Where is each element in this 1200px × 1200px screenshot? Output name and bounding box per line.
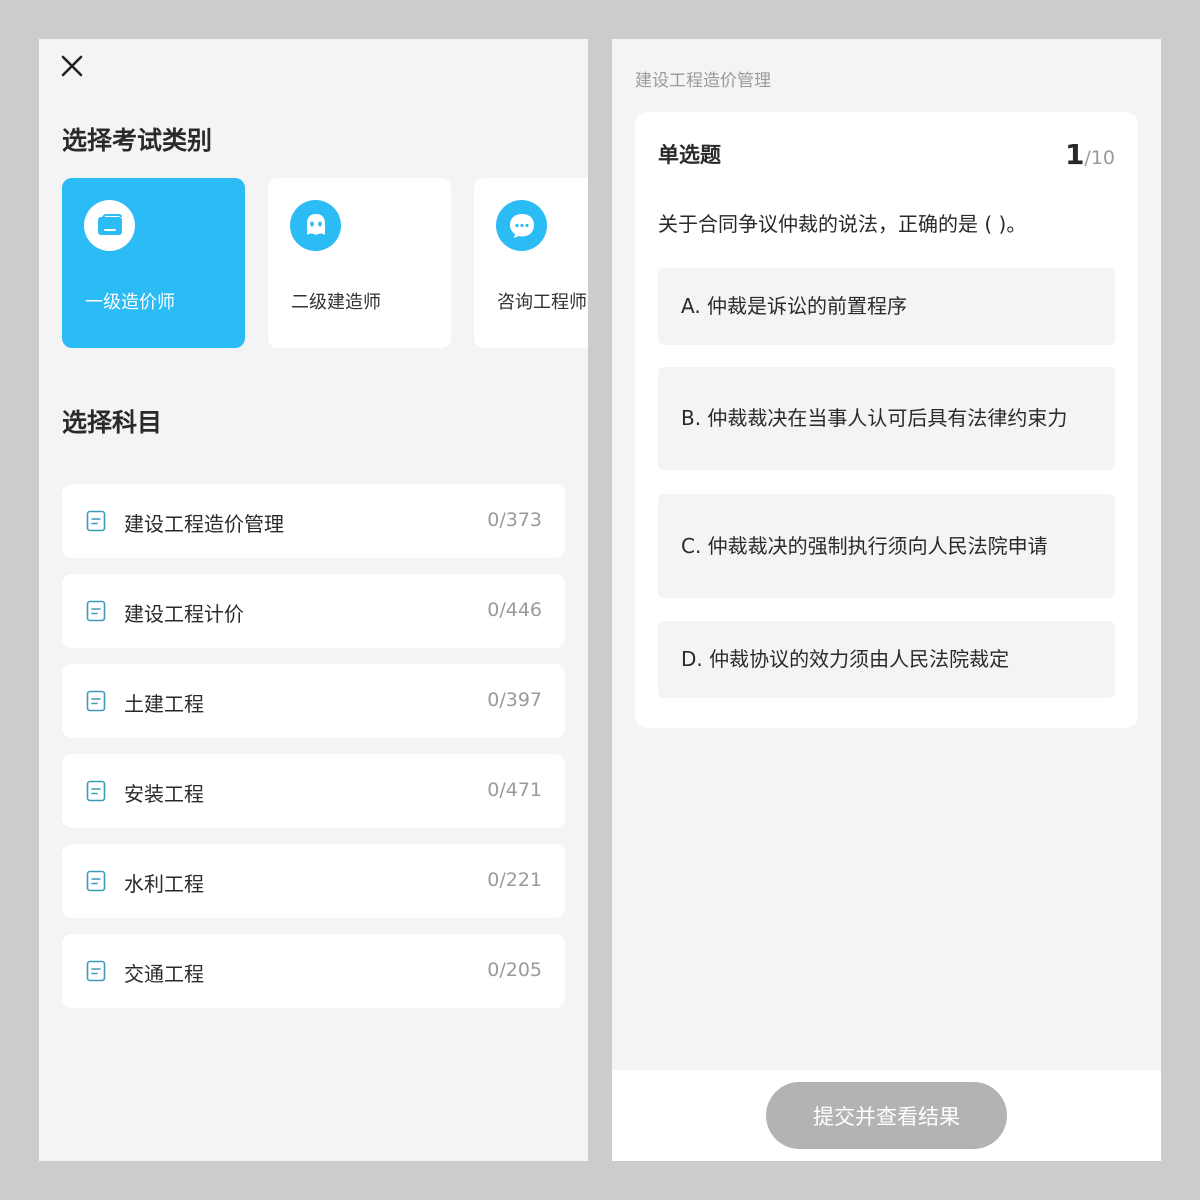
chat-icon (496, 200, 547, 251)
category-card-yiji-zaojiashi[interactable]: 一级造价师 (62, 178, 245, 348)
document-icon (86, 870, 106, 892)
question-type: 单选题 (658, 143, 721, 167)
subject-title: 选择科目 (62, 408, 163, 437)
category-label: 一级造价师 (85, 292, 175, 313)
subject-item[interactable]: 水利工程 0/221 (62, 844, 565, 918)
close-icon (61, 55, 83, 77)
subject-name: 土建工程 (124, 692, 204, 716)
question-panel: 建设工程造价管理 单选题 1/10 关于合同争议仲裁的说法，正确的是 ( )。 … (612, 39, 1161, 1161)
card-icon (84, 200, 135, 251)
option-text: C. 仲裁裁决的强制执行须向人民法院申请 (681, 533, 1048, 558)
subject-item[interactable]: 安装工程 0/471 (62, 754, 565, 828)
document-icon (86, 600, 106, 622)
subject-name: 建设工程计价 (124, 602, 244, 626)
question-text: 关于合同争议仲裁的说法，正确的是 ( )。 (658, 212, 1027, 236)
close-button[interactable] (57, 51, 87, 81)
document-icon (86, 690, 106, 712)
question-counter-total: /10 (1084, 147, 1115, 169)
question-card: 单选题 1/10 关于合同争议仲裁的说法，正确的是 ( )。 A. 仲裁是诉讼的… (635, 112, 1138, 728)
option-c[interactable]: C. 仲裁裁决的强制执行须向人民法院申请 (658, 494, 1115, 598)
category-card-zixun-gongchengshi[interactable]: 咨询工程师 (474, 178, 588, 348)
subject-count: 0/397 (487, 689, 542, 711)
subject-list: 建设工程造价管理 0/373 建设工程计价 0/446 土建工程 0/397 安… (62, 484, 565, 1024)
option-text: D. 仲裁协议的效力须由人民法院裁定 (681, 647, 1010, 671)
category-card-erji-jianzaoshi[interactable]: 二级建造师 (268, 178, 451, 348)
exam-category-title: 选择考试类别 (62, 126, 213, 155)
option-d[interactable]: D. 仲裁协议的效力须由人民法院裁定 (658, 621, 1115, 698)
option-text: A. 仲裁是诉讼的前置程序 (681, 294, 908, 318)
subject-header: 建设工程造价管理 (635, 71, 771, 91)
subject-name: 建设工程造价管理 (124, 512, 284, 536)
category-label: 咨询工程师 (497, 292, 587, 313)
subject-count: 0/446 (487, 599, 542, 621)
subject-name: 水利工程 (124, 872, 204, 896)
submit-button[interactable]: 提交并查看结果 (766, 1082, 1007, 1149)
subject-item[interactable]: 交通工程 0/205 (62, 934, 565, 1008)
subject-count: 0/373 (487, 509, 542, 531)
question-counter-current: 1 (1064, 138, 1085, 171)
option-a[interactable]: A. 仲裁是诉讼的前置程序 (658, 268, 1115, 345)
category-label: 二级建造师 (291, 292, 381, 313)
option-b[interactable]: B. 仲裁裁决在当事人认可后具有法律约束力 (658, 367, 1115, 470)
subject-name: 安装工程 (124, 782, 204, 806)
exam-selection-panel: 选择考试类别 一级造价师 二级建造师 咨询工程师 选择科目 建设工程造价管理 0… (39, 39, 588, 1161)
document-icon (86, 780, 106, 802)
subject-item[interactable]: 建设工程造价管理 0/373 (62, 484, 565, 558)
question-counter: 1/10 (1065, 138, 1115, 171)
subject-name: 交通工程 (124, 962, 204, 986)
subject-count: 0/205 (487, 959, 542, 981)
document-icon (86, 510, 106, 532)
subject-count: 0/221 (487, 869, 542, 891)
subject-item[interactable]: 建设工程计价 0/446 (62, 574, 565, 648)
face-icon (290, 200, 341, 251)
subject-count: 0/471 (487, 779, 542, 801)
option-text: B. 仲裁裁决在当事人认可后具有法律约束力 (681, 406, 1068, 430)
bottom-bar: 提交并查看结果 (612, 1070, 1161, 1161)
category-cards: 一级造价师 二级建造师 咨询工程师 (62, 178, 588, 348)
document-icon (86, 960, 106, 982)
subject-item[interactable]: 土建工程 0/397 (62, 664, 565, 738)
